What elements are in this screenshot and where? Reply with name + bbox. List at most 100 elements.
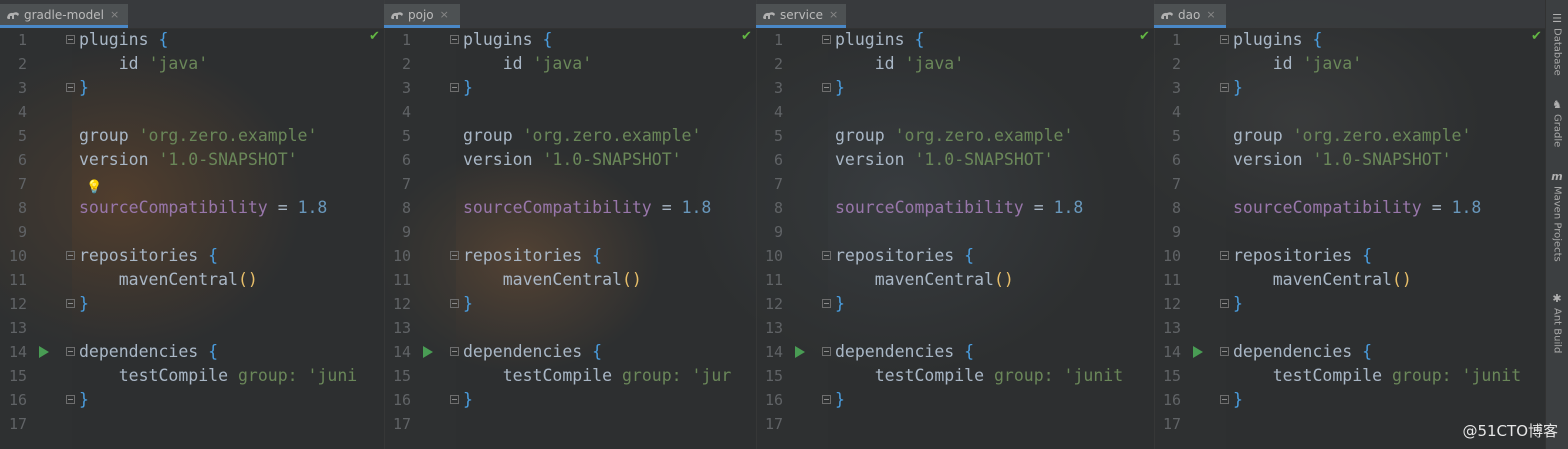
tab-dao[interactable]: dao × bbox=[1154, 4, 1226, 28]
fold-marker-icon[interactable] bbox=[66, 35, 75, 44]
sidebar-item-maven-projects[interactable]: m Maven Projects bbox=[1549, 170, 1565, 262]
fold-marker-icon[interactable] bbox=[1220, 83, 1229, 92]
editor-pane-dao[interactable]: dao × 1 plugins {2 id 'java' 3} 4 5 group 'or… bbox=[1154, 0, 1546, 449]
code-area[interactable]: 1 plugins {2 id 'java' 3} 4 5 group 'org.zero… bbox=[0, 28, 384, 449]
code-line[interactable]: testCompile group: 'junit bbox=[1233, 364, 1521, 388]
fold-marker-icon[interactable] bbox=[450, 299, 459, 308]
fold-marker-icon[interactable] bbox=[822, 347, 831, 356]
fold-marker-icon[interactable] bbox=[66, 299, 75, 308]
code-line[interactable]: plugins { bbox=[463, 28, 552, 52]
code-line[interactable]: mavenCentral() bbox=[463, 268, 642, 292]
code-line[interactable]: repositories { bbox=[79, 244, 218, 268]
code-line[interactable]: } bbox=[1233, 388, 1243, 412]
code-line[interactable]: sourceCompatibility = 1.8 bbox=[835, 196, 1083, 220]
fold-marker-icon[interactable] bbox=[450, 251, 459, 260]
fold-marker-icon[interactable] bbox=[822, 251, 831, 260]
code-line[interactable]: group 'org.zero.example' bbox=[835, 124, 1073, 148]
fold-marker-icon[interactable] bbox=[450, 35, 459, 44]
code-line[interactable]: repositories { bbox=[1233, 244, 1372, 268]
code-line[interactable]: repositories { bbox=[463, 244, 602, 268]
code-line[interactable]: id 'java' bbox=[1233, 52, 1362, 76]
close-icon[interactable]: × bbox=[110, 8, 119, 21]
code-line[interactable]: } bbox=[1233, 76, 1243, 100]
code-line[interactable]: dependencies { bbox=[1233, 340, 1372, 364]
code-line[interactable]: dependencies { bbox=[463, 340, 602, 364]
code-line[interactable]: } bbox=[835, 76, 845, 100]
fold-marker-icon[interactable] bbox=[1220, 35, 1229, 44]
editor-pane-service[interactable]: service × 1 plugins {2 id 'java' 3} 4 5 group… bbox=[756, 0, 1155, 449]
fold-marker-icon[interactable] bbox=[450, 347, 459, 356]
lightbulb-icon[interactable]: 💡 bbox=[86, 180, 102, 195]
keyword: id bbox=[118, 54, 139, 73]
fold-marker-icon[interactable] bbox=[822, 35, 831, 44]
code-line[interactable]: } bbox=[835, 388, 845, 412]
brace: { bbox=[1362, 342, 1373, 361]
code-line[interactable]: version '1.0-SNAPSHOT' bbox=[835, 148, 1054, 172]
code-line[interactable]: id 'java' bbox=[835, 52, 964, 76]
code-area[interactable]: 1 plugins {2 id 'java' 3} 4 5 group 'org.zero… bbox=[384, 28, 756, 449]
code-line[interactable]: } bbox=[79, 388, 89, 412]
code-line[interactable]: version '1.0-SNAPSHOT' bbox=[1233, 148, 1452, 172]
code-line[interactable]: } bbox=[79, 76, 89, 100]
code-line[interactable]: mavenCentral() bbox=[835, 268, 1014, 292]
code-line[interactable]: } bbox=[463, 388, 473, 412]
run-icon[interactable] bbox=[39, 346, 49, 358]
keyword: id bbox=[502, 54, 523, 73]
tab-pojo[interactable]: pojo × bbox=[384, 4, 460, 28]
code-line[interactable]: } bbox=[463, 292, 473, 316]
close-icon[interactable]: × bbox=[829, 8, 838, 21]
code-line[interactable]: group 'org.zero.example' bbox=[79, 124, 317, 148]
fold-marker-icon[interactable] bbox=[822, 395, 831, 404]
code-line[interactable]: testCompile group: 'juni bbox=[79, 364, 357, 388]
close-icon[interactable]: × bbox=[1206, 8, 1215, 21]
fold-marker-icon[interactable] bbox=[66, 251, 75, 260]
code-line[interactable]: } bbox=[1233, 292, 1243, 316]
code-line[interactable]: group 'org.zero.example' bbox=[463, 124, 701, 148]
code-line[interactable]: sourceCompatibility = 1.8 bbox=[463, 196, 711, 220]
code-line[interactable]: version '1.0-SNAPSHOT' bbox=[79, 148, 298, 172]
close-icon[interactable]: × bbox=[440, 8, 449, 21]
code-line[interactable]: repositories { bbox=[835, 244, 974, 268]
tab-service[interactable]: service × bbox=[756, 4, 846, 28]
fold-marker-icon[interactable] bbox=[450, 395, 459, 404]
sidebar-item-gradle[interactable]: ♞ Gradle bbox=[1549, 98, 1565, 147]
sidebar-item-database[interactable]: ☰ Database bbox=[1549, 12, 1565, 76]
fold-marker-icon[interactable] bbox=[66, 83, 75, 92]
code-line[interactable]: sourceCompatibility = 1.8 bbox=[79, 196, 327, 220]
fold-marker-icon[interactable] bbox=[66, 347, 75, 356]
code-line[interactable]: id 'java' bbox=[79, 52, 208, 76]
sidebar-item-ant-build[interactable]: ✱ Ant Build bbox=[1549, 292, 1565, 353]
run-icon[interactable] bbox=[795, 346, 805, 358]
code-line[interactable]: version '1.0-SNAPSHOT' bbox=[463, 148, 682, 172]
code-area[interactable]: 1 plugins {2 id 'java' 3} 4 5 group 'org.zero… bbox=[756, 28, 1154, 449]
code-line[interactable]: dependencies { bbox=[79, 340, 218, 364]
fold-marker-icon[interactable] bbox=[822, 83, 831, 92]
code-line[interactable]: id 'java' bbox=[463, 52, 592, 76]
code-line[interactable]: } bbox=[835, 292, 845, 316]
code-line[interactable]: } bbox=[463, 76, 473, 100]
fold-marker-icon[interactable] bbox=[1220, 251, 1229, 260]
code-area[interactable]: 1 plugins {2 id 'java' 3} 4 5 group 'org.zero… bbox=[1154, 28, 1546, 449]
code-line[interactable]: sourceCompatibility = 1.8 bbox=[1233, 196, 1481, 220]
editor-pane-gradle-model[interactable]: gradle-model × 1 plugins {2 id 'java' 3} 4 5… bbox=[0, 0, 385, 449]
run-icon[interactable] bbox=[423, 346, 433, 358]
code-line[interactable]: plugins { bbox=[835, 28, 924, 52]
tab-gradle-model[interactable]: gradle-model × bbox=[0, 4, 128, 28]
code-line[interactable]: mavenCentral() bbox=[79, 268, 258, 292]
code-line[interactable]: mavenCentral() bbox=[1233, 268, 1412, 292]
fold-marker-icon[interactable] bbox=[66, 395, 75, 404]
code-line[interactable]: } bbox=[79, 292, 89, 316]
fold-marker-icon[interactable] bbox=[1220, 347, 1229, 356]
fold-marker-icon[interactable] bbox=[822, 299, 831, 308]
fold-marker-icon[interactable] bbox=[1220, 395, 1229, 404]
fold-marker-icon[interactable] bbox=[450, 83, 459, 92]
code-line[interactable]: group 'org.zero.example' bbox=[1233, 124, 1471, 148]
code-line[interactable]: dependencies { bbox=[835, 340, 974, 364]
code-line[interactable]: testCompile group: 'junit bbox=[835, 364, 1123, 388]
editor-pane-pojo[interactable]: pojo × 1 plugins {2 id 'java' 3} 4 5 group 'o… bbox=[384, 0, 757, 449]
code-line[interactable]: plugins { bbox=[1233, 28, 1322, 52]
code-line[interactable]: plugins { bbox=[79, 28, 168, 52]
code-line[interactable]: testCompile group: 'jur bbox=[463, 364, 732, 388]
run-icon[interactable] bbox=[1193, 346, 1203, 358]
fold-marker-icon[interactable] bbox=[1220, 299, 1229, 308]
